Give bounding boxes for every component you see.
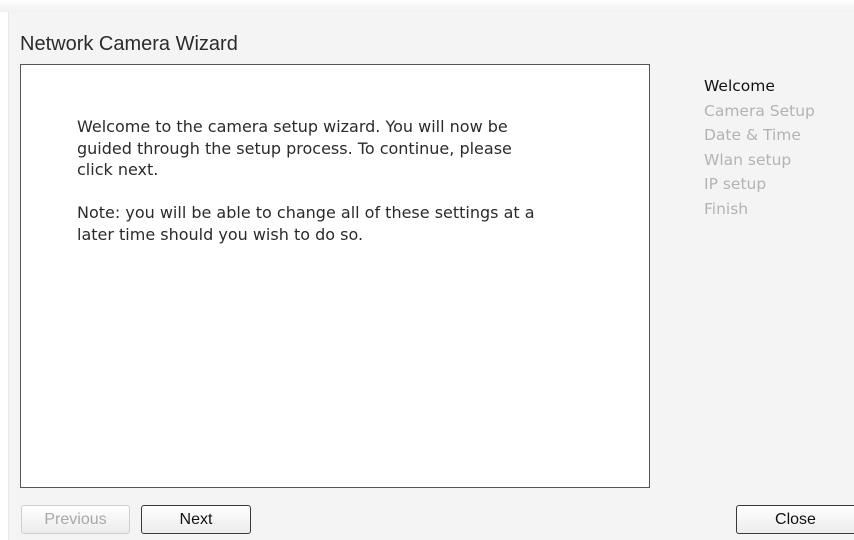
step-ip-setup: IP setup xyxy=(704,175,767,193)
welcome-note-text: Note: you will be able to change all of … xyxy=(77,203,535,244)
step-camera-setup: Camera Setup xyxy=(704,101,815,120)
top-band xyxy=(0,0,854,12)
close-button[interactable]: Close xyxy=(736,505,854,534)
wizard-title: Network Camera Wizard xyxy=(20,33,238,55)
step-date-time: Date & Time xyxy=(704,126,801,144)
step-welcome: Welcome xyxy=(704,77,775,95)
welcome-intro-text: Welcome to the camera setup wizard. You … xyxy=(77,117,512,179)
wizard-steps-list: Welcome Camera Setup Date & Time Wlan se… xyxy=(704,74,815,221)
welcome-message: Welcome to the camera setup wizard. You … xyxy=(77,116,547,245)
next-button[interactable]: Next xyxy=(141,505,251,534)
step-wlan-setup: Wlan setup xyxy=(704,150,792,169)
previous-button[interactable]: Previous xyxy=(21,505,130,534)
step-finish: Finish xyxy=(704,199,749,218)
